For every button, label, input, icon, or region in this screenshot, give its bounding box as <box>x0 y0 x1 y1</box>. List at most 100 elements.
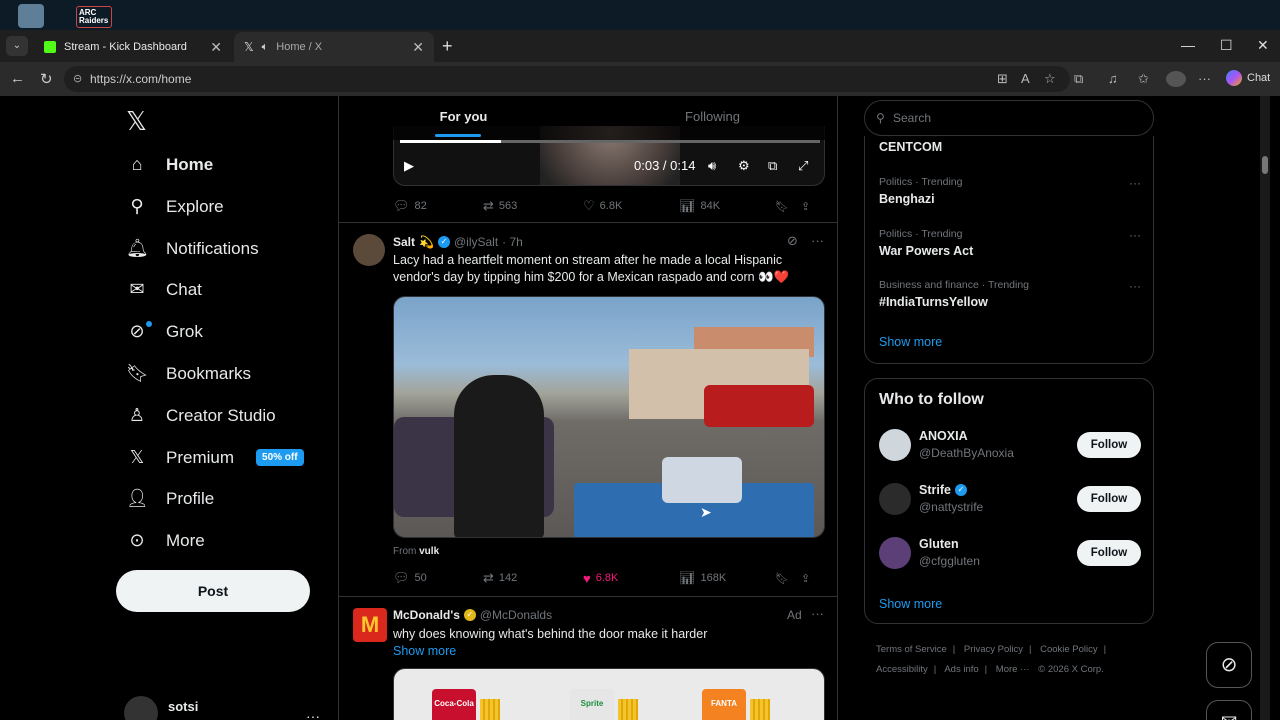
tab-kick-dashboard[interactable]: Stream - Kick Dashboard ✕ <box>34 32 232 62</box>
nav-notifications[interactable]: 🔔︎ Notifications <box>126 238 259 259</box>
more-options-icon[interactable]: ··· <box>811 606 824 621</box>
ads-info-link[interactable]: Ads info <box>944 664 978 675</box>
show-more-link[interactable]: Show more <box>879 335 942 349</box>
nav-creator-studio[interactable]: ♙ Creator Studio <box>126 405 276 426</box>
avatar[interactable] <box>353 234 385 266</box>
grok-explain-icon[interactable]: ⊘ <box>787 233 798 249</box>
back-arrow-icon[interactable]: ← <box>10 70 25 87</box>
arc-raiders-icon[interactable]: ARC Raiders <box>76 6 112 28</box>
pip-icon[interactable]: ⧉ <box>768 158 777 174</box>
reply-button[interactable]: 💬︎ 50 <box>393 570 483 586</box>
fullscreen-icon[interactable]: ⤢ <box>798 158 808 174</box>
recycle-bin-icon[interactable] <box>18 4 44 28</box>
show-more-link[interactable]: Show more <box>879 597 942 611</box>
video-progress-bar[interactable] <box>400 140 820 143</box>
tab-following[interactable]: Following <box>588 96 837 140</box>
follow-suggestion[interactable]: ANOXIA @DeathByAnoxia Follow <box>879 429 1141 465</box>
more-options-icon[interactable]: ··· <box>1129 176 1141 190</box>
play-icon[interactable]: ▶ <box>404 158 414 174</box>
maximize-icon[interactable]: ☐ <box>1220 37 1233 54</box>
nav-explore[interactable]: ⚲ Explore <box>126 196 223 217</box>
cookie-link[interactable]: Cookie Policy <box>1040 644 1098 655</box>
tweet-time[interactable]: · 7h <box>502 235 523 249</box>
author-handle[interactable]: @ilySalt <box>454 235 498 249</box>
more-options-icon[interactable]: ··· <box>1129 279 1141 293</box>
privacy-link[interactable]: Privacy Policy <box>964 644 1023 655</box>
terms-link[interactable]: Terms of Service <box>876 644 947 655</box>
nav-more[interactable]: ⊙ More <box>126 530 204 551</box>
tab-actions-chevron-icon[interactable]: ⌄ <box>6 36 28 56</box>
post-button[interactable]: Post <box>116 570 310 612</box>
tweet-media-image[interactable]: Coca-Cola Sprite FANTA <box>393 668 825 720</box>
follow-suggestion[interactable]: Gluten @cfggluten Follow <box>879 537 1141 573</box>
bookmark-icon[interactable]: 🔖︎ <box>775 572 801 585</box>
grok-floating-icon[interactable]: ⊘ <box>1206 642 1252 688</box>
account-switcher[interactable]: sotsi ··· <box>124 696 320 720</box>
follow-suggestion[interactable]: Strife ✓ @nattystrife Follow <box>879 483 1141 519</box>
tab-for-you[interactable]: For you <box>339 96 588 140</box>
share-icon[interactable]: ⇪ <box>801 200 810 213</box>
settings-more-icon[interactable]: ··· <box>1198 71 1211 86</box>
messages-floating-icon[interactable]: ✉ <box>1206 700 1252 720</box>
mcdonalds-logo-icon[interactable]: M <box>353 608 387 642</box>
settings-gear-icon[interactable]: ⚙ <box>738 158 750 174</box>
reply-button[interactable]: 💬︎ 82 <box>393 198 483 214</box>
profile-avatar-icon[interactable] <box>1166 71 1186 87</box>
repost-button[interactable]: ⇄ 563 <box>483 198 583 214</box>
nav-home[interactable]: ⌂ Home <box>126 154 214 175</box>
refresh-icon[interactable]: ↻ <box>40 70 53 88</box>
accessibility-link[interactable]: Accessibility <box>876 664 928 675</box>
nav-grok[interactable]: ⊘ Grok <box>126 321 203 342</box>
author-handle[interactable]: @McDonalds <box>480 608 552 622</box>
author-name[interactable]: Salt <box>393 235 415 249</box>
window-close-icon[interactable]: ✕ <box>1257 37 1269 54</box>
from-user[interactable]: vulk <box>419 546 439 557</box>
trend-item[interactable]: CENTCOM <box>879 140 1141 154</box>
more-link[interactable]: More ··· <box>996 664 1030 675</box>
repost-button[interactable]: ⇄ 142 <box>483 570 583 586</box>
minimize-icon[interactable]: — <box>1181 37 1195 53</box>
share-icon[interactable]: ⇪ <box>801 572 810 585</box>
trend-item[interactable]: Politics · Trending Benghazi ··· <box>879 176 1141 206</box>
more-options-icon[interactable]: ··· <box>811 233 824 248</box>
scrollbar-thumb[interactable] <box>1262 156 1268 174</box>
trend-item[interactable]: Business and finance · Trending #IndiaTu… <box>879 279 1141 309</box>
copilot-chat-button[interactable]: Chat <box>1226 70 1270 86</box>
views-button[interactable]: 📊︎ 84K <box>679 198 775 214</box>
author-name[interactable]: McDonald's <box>393 608 460 622</box>
like-button[interactable]: ♡ 6.8K <box>583 198 679 214</box>
close-tab-icon[interactable]: ✕ <box>210 39 222 56</box>
search-input[interactable]: ⚲ Search <box>864 100 1154 136</box>
new-tab-plus-icon[interactable]: + <box>442 36 453 57</box>
address-bar[interactable]: ⊝ https://x.com/home <box>64 66 1070 92</box>
extensions-icon[interactable]: ⧉ <box>1074 71 1083 87</box>
bookmark-icon[interactable]: 🔖︎ <box>775 200 801 213</box>
volume-icon[interactable]: 🔊︎ <box>708 158 716 174</box>
favorite-star-icon[interactable]: ☆ <box>1044 71 1056 87</box>
nav-profile[interactable]: 👤︎ Profile <box>126 488 214 509</box>
nav-label: Bookmarks <box>166 363 252 383</box>
favorites-icon[interactable]: ✩ <box>1138 71 1149 87</box>
nav-chat[interactable]: ✉ Chat <box>126 279 201 300</box>
more-options-icon[interactable]: ··· <box>1129 228 1141 242</box>
media-control-icon[interactable]: ♫ <box>1108 71 1118 86</box>
scrollbar[interactable] <box>1260 96 1270 720</box>
tab-home-x[interactable]: 𝕏 🔈︎ Home / X ✕ <box>234 32 434 62</box>
read-aloud-icon[interactable]: A <box>1021 71 1030 86</box>
tweet-media-image[interactable] <box>393 296 825 538</box>
show-more-link[interactable]: Show more <box>393 644 456 658</box>
follow-button[interactable]: Follow <box>1077 540 1141 566</box>
views-button[interactable]: 📊︎ 168K <box>679 570 775 586</box>
close-tab-icon[interactable]: ✕ <box>412 39 424 56</box>
more-dots-icon[interactable]: ··· <box>306 708 320 720</box>
nav-bookmarks[interactable]: 🔖︎ Bookmarks <box>126 363 251 384</box>
trend-item[interactable]: Politics · Trending War Powers Act ··· <box>879 228 1141 258</box>
speaker-icon[interactable]: 🔈︎ <box>262 41 269 54</box>
app-available-icon[interactable]: ⊞ <box>997 71 1008 87</box>
x-logo-icon[interactable]: 𝕏 <box>126 106 147 137</box>
follow-button[interactable]: Follow <box>1077 486 1141 512</box>
site-info-icon[interactable]: ⊝ <box>73 66 82 92</box>
like-button[interactable]: ♥ 6.8K <box>583 571 679 586</box>
nav-premium[interactable]: 𝕏 Premium 50% off <box>126 447 304 468</box>
follow-button[interactable]: Follow <box>1077 432 1141 458</box>
